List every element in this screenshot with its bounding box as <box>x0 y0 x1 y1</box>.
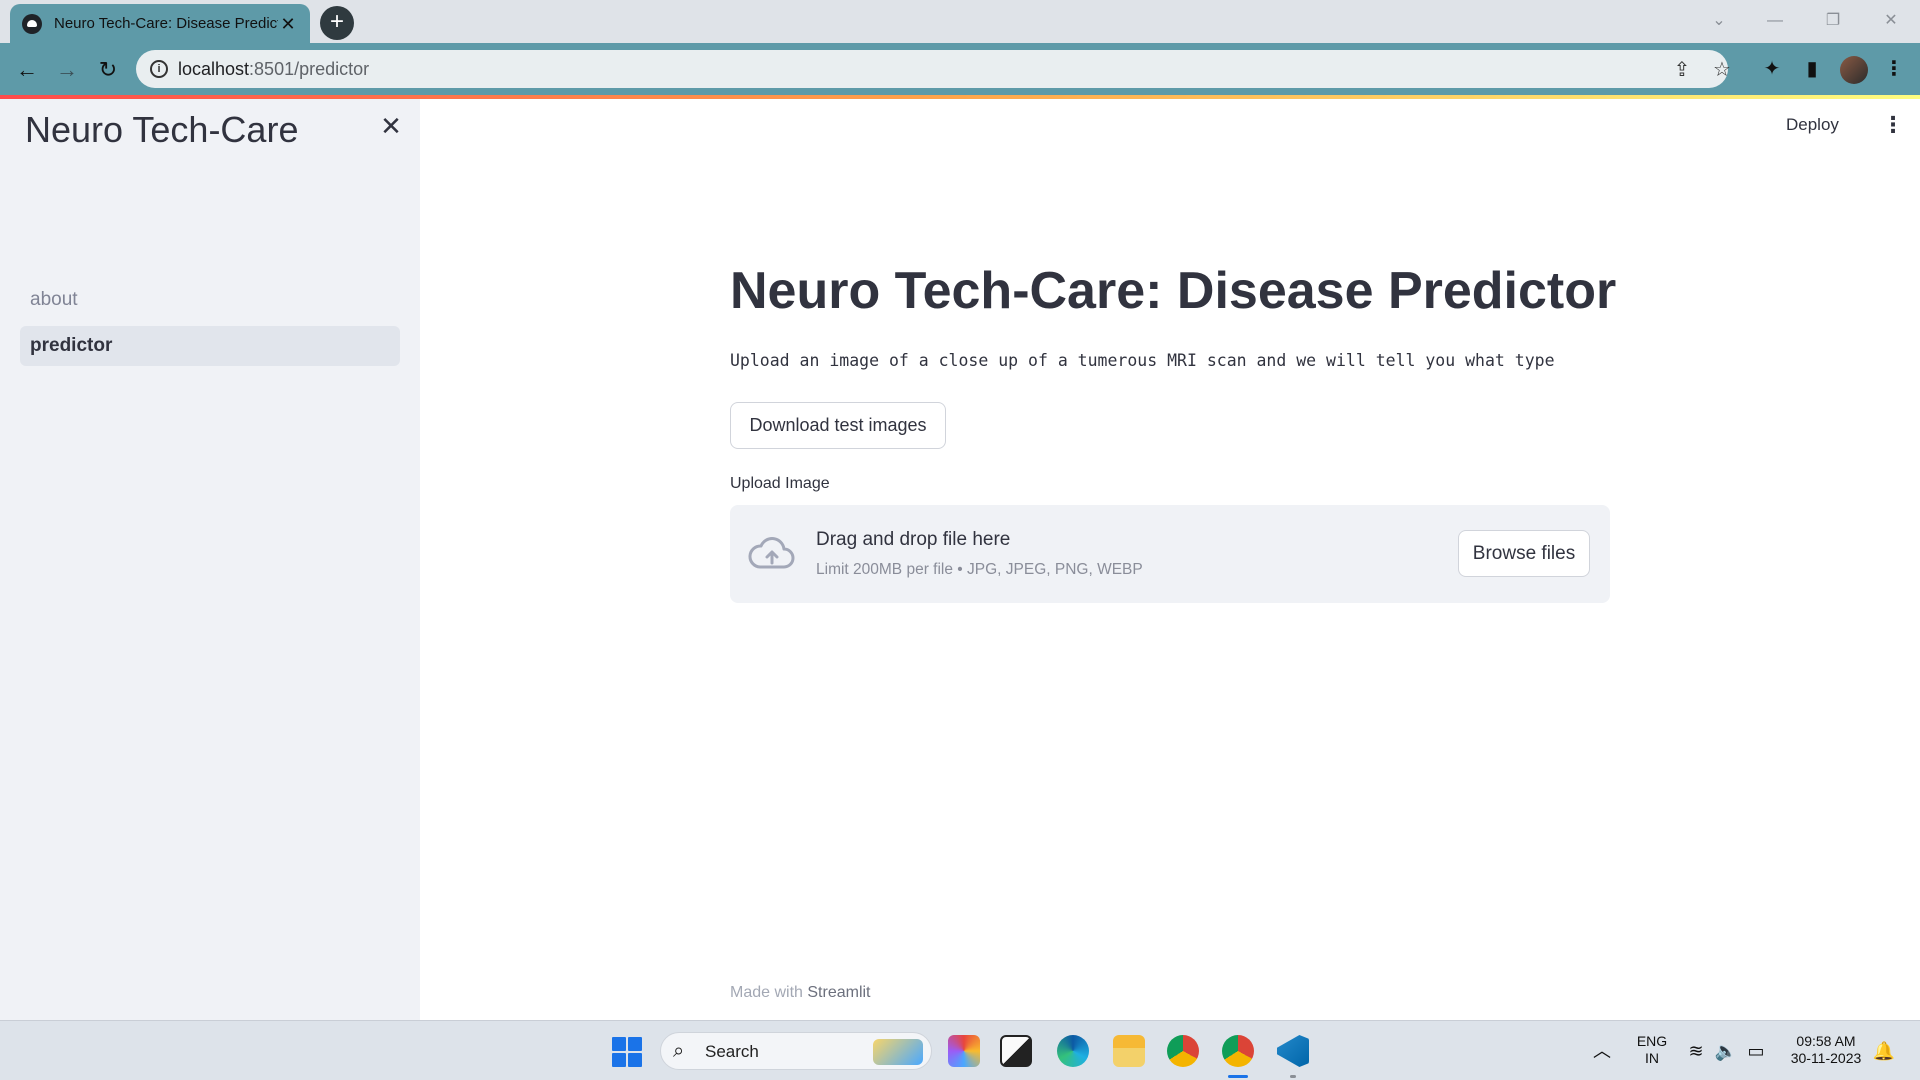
edge-icon[interactable] <box>1057 1035 1089 1067</box>
browser-tab-bar: Neuro Tech-Care: Disease Predictor ✕ + ⌄… <box>0 0 1920 43</box>
volume-icon[interactable]: 🔈 <box>1714 1039 1738 1063</box>
site-info-icon[interactable]: i <box>150 60 168 78</box>
dropzone-title: Drag and drop file here <box>816 529 1011 550</box>
url-host: localhost <box>178 59 250 79</box>
browser-menu-icon[interactable]: ⋮ <box>1880 55 1908 83</box>
sidebar-close-icon[interactable]: ✕ <box>378 113 404 139</box>
download-test-images-button[interactable]: Download test images <box>730 402 946 449</box>
reload-icon[interactable]: ↻ <box>93 55 123 85</box>
clock[interactable]: 09:58 AM 30-11-2023 <box>1780 1033 1872 1067</box>
app-menu-icon[interactable]: ⋮ <box>1882 113 1904 137</box>
file-dropzone[interactable]: Drag and drop file here Limit 200MB per … <box>730 505 1610 603</box>
windows-taskbar: ⌕ Search ︿ ENG IN ≋ 🔈 ▭ 09:58 AM 30-11-2… <box>0 1020 1920 1080</box>
tab-close-icon[interactable]: ✕ <box>278 14 298 34</box>
address-bar[interactable]: i localhost:8501/predictor ⇪ ☆ <box>136 50 1731 88</box>
new-tab-button[interactable]: + <box>320 6 354 40</box>
language-indicator[interactable]: ENG IN <box>1628 1033 1676 1067</box>
search-highlight-icon <box>873 1039 923 1065</box>
running-app-indicator <box>1290 1075 1296 1078</box>
chrome-icon[interactable] <box>1167 1035 1199 1067</box>
forward-arrow-icon[interactable]: → <box>52 55 82 85</box>
streamlit-link[interactable]: Streamlit <box>807 984 870 1001</box>
main-content: Deploy ⋮ Neuro Tech-Care: Disease Predic… <box>420 99 1920 1020</box>
share-icon[interactable]: ⇪ <box>1670 58 1694 82</box>
chrome-active-icon[interactable] <box>1222 1035 1254 1067</box>
page-title: Neuro Tech-Care: Disease Predictor <box>730 262 1617 320</box>
footer: Made with Streamlit <box>730 984 871 1002</box>
page-description: Upload an image of a close up of a tumer… <box>730 351 1555 370</box>
minimize-icon[interactable]: — <box>1750 6 1800 36</box>
clock-time: 09:58 AM <box>1796 1033 1856 1049</box>
sidebar: Neuro Tech-Care ✕ about predictor <box>0 99 420 1020</box>
active-app-indicator <box>1228 1075 1248 1078</box>
language-bottom: IN <box>1645 1050 1659 1066</box>
back-arrow-icon[interactable]: ← <box>12 55 42 85</box>
dropzone-limit-text: Limit 200MB per file • JPG, JPEG, PNG, W… <box>816 561 1143 578</box>
taskbar-search-label: Search <box>705 1042 759 1061</box>
tab-search-chevron-icon[interactable]: ⌄ <box>1694 6 1744 36</box>
cloud-upload-icon <box>748 537 795 569</box>
windows-start-icon[interactable] <box>612 1037 642 1067</box>
browser-tab[interactable]: Neuro Tech-Care: Disease Predictor ✕ <box>10 4 310 43</box>
notification-bell-icon[interactable]: 🔔 <box>1872 1039 1896 1063</box>
url-path: :8501/predictor <box>249 59 370 79</box>
copilot-icon[interactable] <box>948 1035 980 1067</box>
browser-toolbar: ← → ↻ i localhost:8501/predictor ⇪ ☆ ✦ ▮… <box>0 43 1920 95</box>
search-icon: ⌕ <box>673 1040 685 1062</box>
file-explorer-icon[interactable] <box>1113 1035 1145 1067</box>
extensions-puzzle-icon[interactable]: ✦ <box>1758 55 1786 83</box>
window-close-icon[interactable]: ✕ <box>1866 6 1916 36</box>
streamlit-favicon-icon <box>22 13 42 34</box>
language-top: ENG <box>1636 1033 1668 1049</box>
deploy-button[interactable]: Deploy <box>1786 115 1839 135</box>
profile-avatar[interactable] <box>1840 56 1868 84</box>
sidebar-item-predictor[interactable]: predictor <box>20 326 400 366</box>
battery-icon[interactable]: ▭ <box>1744 1039 1768 1063</box>
sidebar-item-about[interactable]: about <box>20 280 400 320</box>
wifi-icon[interactable]: ≋ <box>1684 1039 1708 1063</box>
sidebar-item-label: predictor <box>30 335 113 356</box>
restore-icon[interactable]: ❐ <box>1808 6 1858 36</box>
browse-files-button[interactable]: Browse files <box>1458 530 1590 577</box>
address-url: localhost:8501/predictor <box>178 59 369 80</box>
vscode-icon[interactable] <box>1277 1035 1309 1067</box>
sidebar-item-label: about <box>30 289 78 310</box>
task-view-icon[interactable] <box>1000 1035 1032 1067</box>
footer-prefix: Made with <box>730 984 803 1001</box>
bookmark-star-icon[interactable]: ☆ <box>1710 58 1734 82</box>
upload-label: Upload Image <box>730 475 830 492</box>
taskbar-search[interactable]: ⌕ Search <box>660 1032 932 1070</box>
show-hidden-icons-chevron-icon[interactable]: ︿ <box>1590 1039 1614 1063</box>
sidebar-title: Neuro Tech-Care <box>25 109 299 150</box>
tab-title: Neuro Tech-Care: Disease Predictor <box>54 15 278 32</box>
side-panel-icon[interactable]: ▮ <box>1798 55 1826 83</box>
clock-date: 30-11-2023 <box>1790 1050 1862 1066</box>
